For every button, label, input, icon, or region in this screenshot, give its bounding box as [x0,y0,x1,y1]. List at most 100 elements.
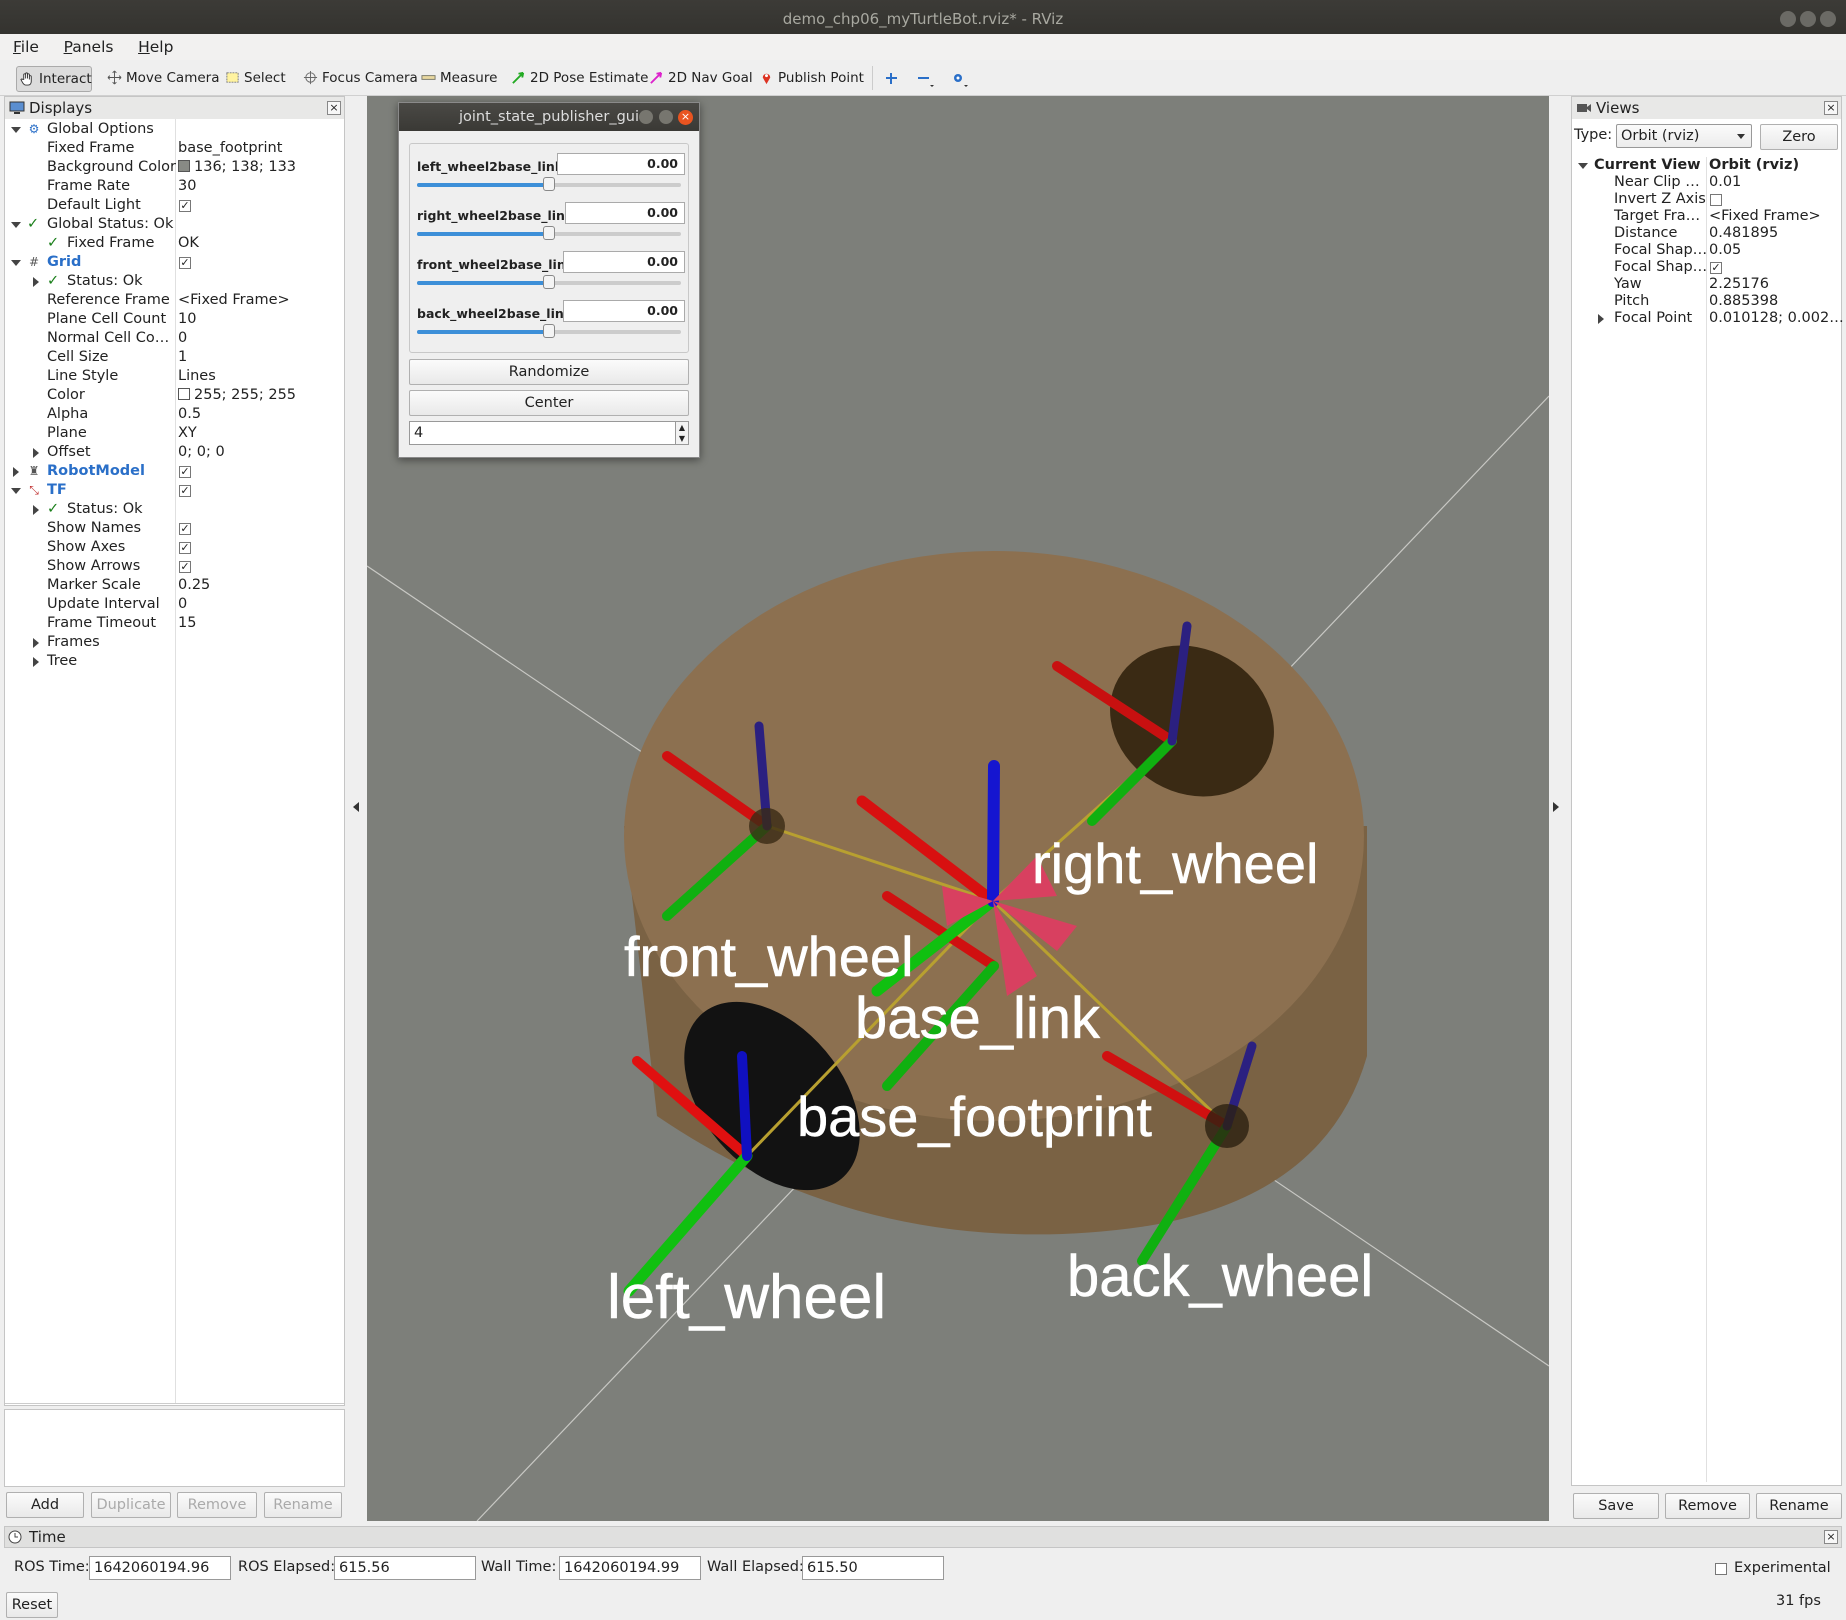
view-property-value[interactable]: Orbit (rviz) [1709,157,1799,174]
publish-point-tool[interactable]: Publish Point [756,66,864,92]
display-row-value[interactable]: 0 [178,595,187,614]
menu-panels[interactable]: Panels [44,34,114,56]
view-property-value[interactable]: 0.010128; 0.002… [1709,310,1844,327]
randomize-button[interactable]: Randomize [409,359,689,385]
display-row[interactable]: ✓ Status: Ok [5,272,344,291]
display-row[interactable]: ✓ Fixed Frame OK [5,234,344,253]
spinbox-arrows[interactable]: ▲ ▼ [675,421,689,445]
ros-time-field[interactable]: 1642060194.96 [89,1556,231,1580]
views-close-icon[interactable]: × [1824,101,1838,115]
display-row-value[interactable]: 136; 138; 133 [178,158,296,177]
view-property-value[interactable]: <Fixed Frame> [1709,208,1821,225]
display-checkbox[interactable]: ✓ [179,257,191,269]
display-checkbox[interactable]: ✓ [179,523,191,535]
slider-knob[interactable] [543,275,555,289]
view-property-row[interactable]: Current View Orbit (rviz) [1572,157,1841,174]
display-checkbox[interactable]: ✓ [179,542,191,554]
menu-help[interactable]: Help [118,34,173,56]
focus-camera-tool[interactable]: Focus Camera [300,66,418,92]
display-row[interactable]: Frames [5,633,344,652]
joint-slider[interactable] [417,324,681,338]
rename-display-button[interactable]: Rename [264,1492,342,1518]
view-property-row[interactable]: Pitch 0.885398 [1572,293,1841,310]
display-row[interactable]: Show Arrows ✓ [5,557,344,576]
view-property-row[interactable]: Distance 0.481895 [1572,225,1841,242]
view-property-row[interactable]: Focal Shap… ✓ [1572,259,1841,276]
expanded-arrow-icon[interactable] [11,260,21,266]
display-row[interactable]: Line Style Lines [5,367,344,386]
experimental-checkbox[interactable] [1715,1563,1727,1575]
maximize-button[interactable] [1800,11,1816,27]
view-property-value[interactable]: 2.25176 [1709,276,1769,293]
jsp-close-icon[interactable]: × [678,110,693,125]
joint-value-field[interactable]: 0.00 [563,300,685,322]
display-row[interactable]: Background Color 136; 138; 133 [5,158,344,177]
display-row-value[interactable]: 255; 255; 255 [178,386,296,405]
display-row-value[interactable]: 0.5 [178,405,201,424]
rename-view-button[interactable]: Rename [1756,1493,1842,1519]
display-checkbox[interactable]: ✓ [179,561,191,573]
save-view-button[interactable]: Save [1573,1493,1659,1519]
joint-slider[interactable] [417,275,681,289]
jsp-minimize-icon[interactable] [639,110,653,124]
remove-display-button[interactable]: Remove [177,1492,257,1518]
view-property-row[interactable]: Target Fra… <Fixed Frame> [1572,208,1841,225]
center-button[interactable]: Center [409,390,689,416]
display-row[interactable]: Default Light ✓ [5,196,344,215]
spinbox-field[interactable]: 4 [409,421,677,445]
camera-type-button[interactable] [948,66,972,92]
expanded-arrow-icon[interactable] [11,488,21,494]
nav-goal-tool[interactable]: 2D Nav Goal [646,66,753,92]
display-row[interactable]: ✓ Global Status: Ok [5,215,344,234]
collapse-right-icon[interactable] [1553,802,1559,812]
ros-elapsed-field[interactable]: 615.56 [334,1556,476,1580]
display-row[interactable]: ✓ Status: Ok [5,500,344,519]
joint-value-field[interactable]: 0.00 [563,251,685,273]
display-row-value[interactable]: <Fixed Frame> [178,291,290,310]
jsp-titlebar[interactable]: joint_state_publisher_gui × [399,103,699,131]
remove-view-button[interactable]: Remove [1665,1493,1750,1519]
select-tool[interactable]: Select [222,66,286,92]
display-row[interactable]: Tree [5,652,344,671]
measure-tool[interactable]: Measure [418,66,497,92]
view-property-row[interactable]: Focal Shap… 0.05 [1572,242,1841,259]
view-property-value[interactable]: 0.885398 [1709,293,1778,310]
display-row[interactable]: Plane Cell Count 10 [5,310,344,329]
displays-close-icon[interactable]: × [327,101,341,115]
collapsed-arrow-icon[interactable] [33,638,39,648]
display-row[interactable]: Frame Rate 30 [5,177,344,196]
expanded-arrow-icon[interactable] [11,222,21,228]
collapse-left-icon[interactable] [353,802,359,812]
remove-tool-button[interactable] [914,66,938,92]
view-property-row[interactable]: Near Clip … 0.01 [1572,174,1841,191]
close-window-button[interactable] [1820,11,1836,27]
joint-slider[interactable] [417,226,681,240]
display-row-value[interactable]: 0; 0; 0 [178,443,225,462]
minimize-button[interactable] [1780,11,1796,27]
joint-value-field[interactable]: 0.00 [565,202,685,224]
joint-slider[interactable] [417,177,681,191]
interact-tool[interactable]: Interact [16,66,92,92]
display-row[interactable]: Update Interval 0 [5,595,344,614]
display-row-value[interactable]: 30 [178,177,196,196]
time-close-icon[interactable]: × [1824,1530,1838,1544]
display-row[interactable]: Alpha 0.5 [5,405,344,424]
display-row-value[interactable]: Lines [178,367,216,386]
display-row-value[interactable]: 1 [178,348,187,367]
display-row[interactable]: Reference Frame <Fixed Frame> [5,291,344,310]
duplicate-display-button[interactable]: Duplicate [91,1492,171,1518]
collapsed-arrow-icon[interactable] [33,448,39,458]
collapsed-arrow-icon[interactable] [13,467,19,477]
view-property-row[interactable]: Focal Point 0.010128; 0.002… [1572,310,1844,327]
display-row[interactable]: Frame Timeout 15 [5,614,344,633]
display-row[interactable]: Offset 0; 0; 0 [5,443,344,462]
display-row[interactable]: Marker Scale 0.25 [5,576,344,595]
display-row-value[interactable]: 15 [178,614,196,633]
display-row[interactable]: Cell Size 1 [5,348,344,367]
display-checkbox[interactable]: ✓ [179,485,191,497]
display-row[interactable]: Plane XY [5,424,344,443]
view-property-checkbox[interactable] [1710,194,1722,206]
expanded-arrow-icon[interactable] [11,127,21,133]
slider-knob[interactable] [543,324,555,338]
view-type-select[interactable]: Orbit (rviz) [1616,124,1752,148]
